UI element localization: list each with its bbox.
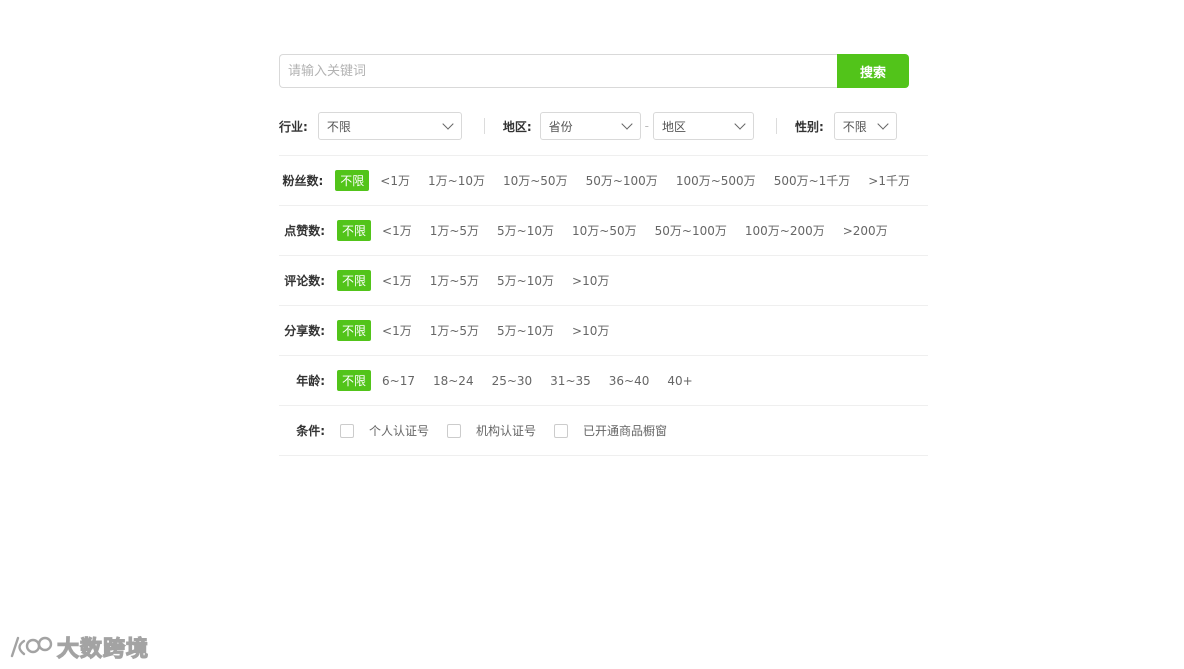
shares-option[interactable]: 5万~10万 <box>497 322 554 339</box>
watermark-logo-icon <box>10 636 53 658</box>
shares-filter-label: 分享数: <box>284 324 325 338</box>
age-option-unlimited[interactable]: 不限 <box>337 370 372 391</box>
checkbox-box[interactable] <box>447 423 462 438</box>
divider <box>483 118 485 134</box>
likes-filter-label: 点赞数: <box>284 224 325 238</box>
checkbox-label: 机构认证号 <box>476 424 537 438</box>
fans-option[interactable]: 10万~50万 <box>503 172 568 189</box>
fans-option[interactable]: 1万~10万 <box>428 172 485 189</box>
shares-option[interactable]: <1万 <box>382 322 412 339</box>
likes-filter-row: 点赞数: 不限 <1万 1万~5万 5万~10万 10万~50万 50万~100… <box>279 206 928 256</box>
gender-select[interactable]: 不限 <box>833 112 897 140</box>
comments-option[interactable]: >10万 <box>572 272 609 289</box>
personal-verified-checkbox[interactable]: 个人认证号 <box>340 422 429 439</box>
checkbox-label: 已开通商品橱窗 <box>583 424 668 438</box>
likes-option-unlimited[interactable]: 不限 <box>337 220 372 241</box>
province-select-value: 省份 <box>548 119 573 134</box>
fans-option[interactable]: 500万~1千万 <box>774 172 851 189</box>
district-select-value: 地区 <box>661 119 686 134</box>
age-option[interactable]: 25~30 <box>492 374 533 388</box>
divider <box>775 118 777 134</box>
age-option[interactable]: 31~35 <box>550 374 591 388</box>
age-filter-row: 年龄: 不限 6~17 18~24 25~30 31~35 36~40 40+ <box>279 356 928 406</box>
shares-option[interactable]: >10万 <box>572 322 609 339</box>
comments-option[interactable]: 5万~10万 <box>497 272 554 289</box>
region-separator: - <box>644 119 649 133</box>
age-filter-label: 年龄: <box>296 374 325 388</box>
likes-option[interactable]: 5万~10万 <box>497 222 554 239</box>
industry-select[interactable]: 不限 <box>317 112 462 140</box>
age-option[interactable]: 36~40 <box>609 374 650 388</box>
industry-label: 行业: <box>279 119 308 134</box>
shares-option[interactable]: 1万~5万 <box>430 322 479 339</box>
chevron-down-icon <box>620 118 633 130</box>
shop-window-checkbox[interactable]: 已开通商品橱窗 <box>554 422 667 439</box>
district-select[interactable]: 地区 <box>652 112 754 140</box>
fans-option[interactable]: >1千万 <box>868 172 910 189</box>
age-option[interactable]: 6~17 <box>382 374 415 388</box>
gender-select-value: 不限 <box>842 119 867 134</box>
fans-option[interactable]: 50万~100万 <box>586 172 658 189</box>
comments-option[interactable]: <1万 <box>382 272 412 289</box>
province-select[interactable]: 省份 <box>539 112 641 140</box>
shares-option-unlimited[interactable]: 不限 <box>337 320 372 341</box>
search-button[interactable]: 搜索 <box>837 54 909 88</box>
fans-filter-row: 粉丝数: 不限 <1万 1万~10万 10万~50万 50万~100万 100万… <box>279 156 928 206</box>
comments-option[interactable]: 1万~5万 <box>430 272 479 289</box>
likes-option[interactable]: 1万~5万 <box>430 222 479 239</box>
comments-filter-row: 评论数: 不限 <1万 1万~5万 5万~10万 >10万 <box>279 256 928 306</box>
shares-filter-row: 分享数: 不限 <1万 1万~5万 5万~10万 >10万 <box>279 306 928 356</box>
checkbox-box[interactable] <box>554 423 569 438</box>
age-option[interactable]: 18~24 <box>433 374 474 388</box>
likes-option[interactable]: 10万~50万 <box>572 222 637 239</box>
chevron-down-icon <box>734 118 746 130</box>
fans-option-unlimited[interactable]: 不限 <box>335 170 370 191</box>
likes-option[interactable]: >200万 <box>843 222 888 239</box>
likes-option[interactable]: 50万~100万 <box>655 222 727 239</box>
checkbox-label: 个人认证号 <box>369 424 430 438</box>
likes-option[interactable]: <1万 <box>382 222 412 239</box>
search-filter-panel: 搜索 行业: 不限 地区: 省份 - 地区 性别: 不限 粉丝数: 不 <box>279 54 928 456</box>
dropdown-filters: 行业: 不限 地区: 省份 - 地区 性别: 不限 <box>279 112 928 140</box>
chevron-down-icon <box>877 118 889 130</box>
checkbox-box[interactable] <box>340 423 354 438</box>
fans-option[interactable]: 100万~500万 <box>676 172 756 189</box>
search-input[interactable] <box>279 54 837 88</box>
filter-rows: 粉丝数: 不限 <1万 1万~10万 10万~50万 50万~100万 100万… <box>279 155 928 456</box>
comments-filter-label: 评论数: <box>284 274 325 288</box>
industry-select-value: 不限 <box>326 119 351 134</box>
fans-option[interactable]: <1万 <box>380 172 410 189</box>
conditions-filter-label: 条件: <box>296 424 325 438</box>
search-bar: 搜索 <box>279 54 928 88</box>
comments-option-unlimited[interactable]: 不限 <box>337 270 372 291</box>
likes-option[interactable]: 100万~200万 <box>745 222 825 239</box>
watermark: 大数跨境 <box>9 631 149 663</box>
conditions-filter-row: 条件: 个人认证号 机构认证号 已开通商品橱窗 <box>279 406 928 456</box>
age-option[interactable]: 40+ <box>667 374 692 388</box>
chevron-down-icon <box>442 118 454 130</box>
org-verified-checkbox[interactable]: 机构认证号 <box>447 422 536 439</box>
gender-label: 性别: <box>794 119 824 134</box>
region-label: 地区: <box>502 119 532 134</box>
watermark-text: 大数跨境 <box>56 636 150 662</box>
fans-filter-label: 粉丝数: <box>282 174 324 188</box>
